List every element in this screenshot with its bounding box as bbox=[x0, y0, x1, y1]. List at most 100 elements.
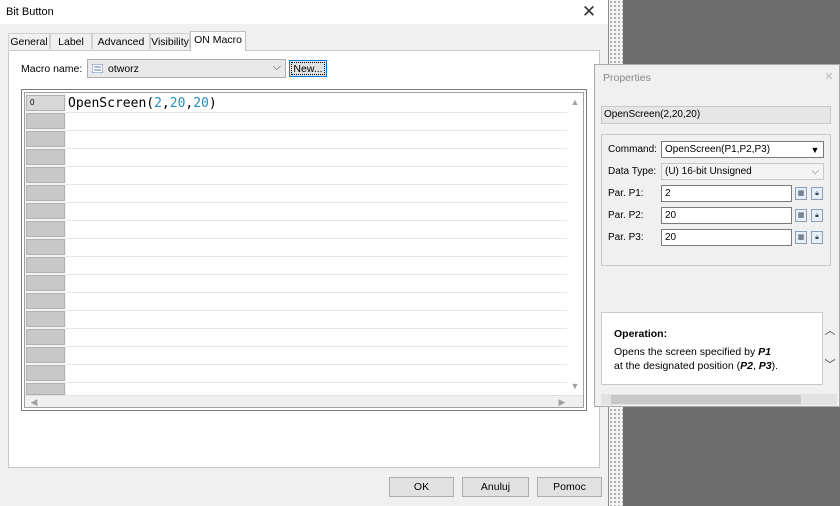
p1-input[interactable]: 2 bbox=[661, 185, 792, 202]
line-number-cell[interactable] bbox=[26, 221, 65, 237]
scroll-down-icon[interactable]: ▼ bbox=[567, 379, 583, 393]
line-number-cell[interactable] bbox=[26, 365, 65, 381]
operation-text: Opens the screen specified by P1 at the d… bbox=[614, 345, 809, 373]
lock-icon[interactable]: 🔒︎ bbox=[811, 209, 823, 222]
tab-general[interactable]: General bbox=[8, 33, 50, 49]
chevron-up-icon[interactable]: ︿ bbox=[823, 322, 837, 338]
row-divider bbox=[66, 346, 583, 347]
line-number-cell[interactable] bbox=[26, 329, 65, 345]
scroll-right-icon[interactable]: ▶ bbox=[555, 396, 569, 407]
tab-advanced[interactable]: Advanced bbox=[92, 33, 150, 49]
line-number-cell[interactable] bbox=[26, 311, 65, 327]
macro-name-label: Macro name: bbox=[21, 63, 83, 75]
data-type-label: Data Type: bbox=[608, 166, 657, 177]
row-divider bbox=[66, 166, 583, 167]
line-number-cell[interactable] bbox=[26, 383, 65, 395]
line-number-cell[interactable] bbox=[26, 275, 65, 291]
row-divider bbox=[66, 364, 583, 365]
expression-preview: OpenScreen(2,20,20) bbox=[601, 106, 831, 124]
row-divider bbox=[66, 148, 583, 149]
dialog-titlebar: Bit Button ✕ bbox=[0, 0, 608, 24]
scroll-up-icon[interactable]: ▲ bbox=[567, 95, 583, 109]
line-number-cell[interactable] bbox=[26, 113, 65, 129]
address-picker-icon[interactable]: ▦ bbox=[795, 209, 807, 222]
row-divider bbox=[66, 328, 583, 329]
chevron-down-icon[interactable]: ﹀ bbox=[823, 356, 837, 372]
macro-code-line[interactable]: OpenScreen(2,20,20) bbox=[68, 96, 217, 111]
operation-scrollbar[interactable]: ︿ ﹀ bbox=[823, 312, 837, 385]
line-number-cell[interactable] bbox=[26, 293, 65, 309]
close-icon[interactable]: ✕ bbox=[578, 1, 600, 23]
line-gutter: 0 bbox=[25, 93, 66, 395]
address-picker-icon[interactable]: ▦ bbox=[795, 187, 807, 200]
line-number-cell[interactable] bbox=[26, 167, 65, 183]
code-arg-p2: 20 bbox=[169, 96, 186, 111]
editor-vertical-scrollbar[interactable]: ▲ ▼ bbox=[567, 93, 583, 395]
row-divider bbox=[66, 130, 583, 131]
line-number-cell[interactable] bbox=[26, 347, 65, 363]
code-function: OpenScreen( bbox=[68, 96, 155, 111]
tab-label[interactable]: Label bbox=[50, 33, 92, 49]
p3-label: Par. P3: bbox=[608, 232, 644, 243]
chevron-down-icon: ⌵ bbox=[811, 166, 819, 177]
line-number-cell[interactable] bbox=[26, 185, 65, 201]
cancel-button[interactable]: Anuluj bbox=[462, 477, 529, 497]
operation-description: Operation: Opens the screen specified by… bbox=[601, 312, 823, 385]
row-divider bbox=[66, 202, 583, 203]
properties-horizontal-scrollbar[interactable] bbox=[601, 394, 837, 405]
row-divider bbox=[66, 238, 583, 239]
command-value: OpenScreen(P1,P2,P3) bbox=[665, 144, 771, 155]
macro-name-value: otworz bbox=[108, 63, 139, 75]
close-icon[interactable]: ✕ bbox=[821, 69, 837, 85]
line-number-cell[interactable] bbox=[26, 257, 65, 273]
code-separator: , bbox=[161, 96, 170, 111]
command-label: Command: bbox=[608, 144, 657, 155]
macro-editor[interactable]: 0 OpenScreen(2,20,20) ▲ ▼ ◀ ▶ bbox=[24, 92, 584, 408]
lock-icon[interactable]: 🔒︎ bbox=[811, 231, 823, 244]
new-macro-button[interactable]: New... bbox=[289, 60, 327, 77]
bit-button-dialog: Bit Button ✕ General Label Advanced Visi… bbox=[0, 0, 609, 506]
operation-param: P2 bbox=[740, 360, 753, 372]
scroll-left-icon[interactable]: ◀ bbox=[27, 396, 41, 407]
macro-name-select[interactable]: otworz ⌵ bbox=[87, 59, 286, 78]
command-select[interactable]: OpenScreen(P1,P2,P3) ▼ bbox=[661, 141, 824, 158]
line-number-cell[interactable] bbox=[26, 149, 65, 165]
line-number-cell[interactable] bbox=[26, 131, 65, 147]
operation-text-part: at the designated position ( bbox=[614, 360, 741, 372]
p3-input[interactable]: 20 bbox=[661, 229, 792, 246]
code-arg-p1: 2 bbox=[154, 96, 162, 111]
data-type-value: (U) 16-bit Unsigned bbox=[665, 166, 752, 177]
operation-param: P1 bbox=[758, 346, 772, 358]
tab-visibility[interactable]: Visibility bbox=[150, 33, 190, 49]
row-divider bbox=[66, 184, 583, 185]
line-number-cell[interactable]: 0 bbox=[26, 95, 65, 111]
row-divider bbox=[66, 382, 583, 383]
row-divider bbox=[66, 220, 583, 221]
code-arg-p3: 20 bbox=[193, 96, 209, 111]
p2-label: Par. P2: bbox=[608, 210, 644, 221]
data-type-select[interactable]: (U) 16-bit Unsigned ⌵ bbox=[661, 163, 824, 180]
tab-on-macro[interactable]: ON Macro bbox=[190, 31, 246, 51]
properties-panel: Properties ✕ OpenScreen(2,20,20) Command… bbox=[594, 64, 840, 407]
editor-horizontal-scrollbar[interactable]: ◀ ▶ bbox=[25, 395, 583, 407]
code-close-paren: ) bbox=[208, 96, 217, 111]
operation-text-part: ). bbox=[771, 360, 779, 372]
p2-input[interactable]: 20 bbox=[661, 207, 792, 224]
operation-title: Operation: bbox=[614, 328, 668, 340]
line-number-cell[interactable] bbox=[26, 239, 65, 255]
row-divider bbox=[66, 112, 583, 113]
operation-param: P3 bbox=[758, 360, 772, 372]
lock-icon[interactable]: 🔒︎ bbox=[811, 187, 823, 200]
line-number-cell[interactable] bbox=[26, 203, 65, 219]
macro-list-icon bbox=[92, 64, 103, 73]
address-picker-icon[interactable]: ▦ bbox=[795, 231, 807, 244]
macro-editor-frame: 0 OpenScreen(2,20,20) ▲ ▼ ◀ ▶ bbox=[21, 89, 587, 411]
row-divider bbox=[66, 256, 583, 257]
parameters-group: Command: OpenScreen(P1,P2,P3) ▼ Data Typ… bbox=[601, 134, 831, 266]
ok-button[interactable]: OK bbox=[389, 477, 454, 497]
row-divider bbox=[66, 310, 583, 311]
scrollbar-thumb[interactable] bbox=[611, 395, 801, 404]
dropdown-arrow-icon: ▼ bbox=[810, 145, 820, 155]
operation-text-part: Opens the screen specified by bbox=[614, 346, 759, 358]
help-button[interactable]: Pomoc bbox=[537, 477, 602, 497]
